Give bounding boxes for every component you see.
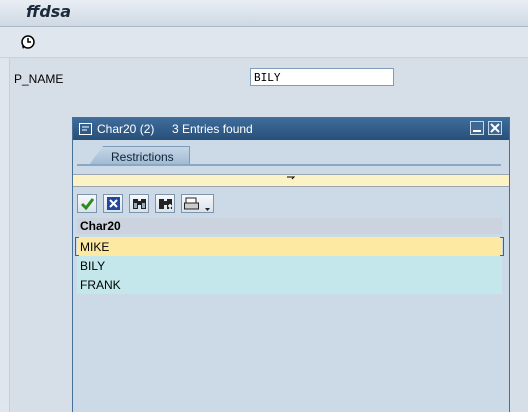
print-icon xyxy=(184,197,210,211)
value-help-dialog: Char20 (2) 3 Entries found Restrictions xyxy=(72,117,510,412)
close-icon xyxy=(490,123,500,133)
tab-restrictions[interactable]: Restrictions xyxy=(89,146,190,165)
column-header[interactable]: Char20 xyxy=(77,218,502,234)
minimize-button[interactable] xyxy=(470,121,484,135)
parameter-input[interactable]: BILY xyxy=(250,68,394,86)
list-item[interactable]: BILY xyxy=(77,256,502,275)
execute-clock-icon[interactable] xyxy=(20,34,36,50)
selection-marker-left xyxy=(75,237,79,256)
find-next-button[interactable] xyxy=(155,194,175,213)
tabstrip-divider xyxy=(77,164,501,166)
title-bar: ffdsa xyxy=(0,0,528,27)
checkmark-icon xyxy=(80,198,95,211)
list-item-label: BILY xyxy=(80,259,106,273)
dialog-title: Char20 (2) xyxy=(97,122,155,136)
tab-restrictions-label: Restrictions xyxy=(111,150,174,164)
result-list: Char20 MIKE BILY FRANK xyxy=(75,218,504,394)
find-next-icon xyxy=(159,199,172,210)
find-icon xyxy=(133,199,146,209)
close-button[interactable] xyxy=(488,121,502,135)
list-item-selected[interactable]: MIKE xyxy=(77,237,502,256)
selection-marker-right xyxy=(500,237,504,256)
list-item-label: FRANK xyxy=(80,278,121,292)
application-toolbar xyxy=(0,27,528,58)
cancel-icon xyxy=(107,197,120,210)
column-header-label: Char20 xyxy=(80,219,121,233)
list-item-label: MIKE xyxy=(80,240,110,254)
restriction-bar[interactable] xyxy=(73,174,509,187)
page-title: ffdsa xyxy=(26,2,72,21)
dialog-header[interactable]: Char20 (2) 3 Entries found xyxy=(73,118,509,140)
parameter-label: P_NAME xyxy=(14,72,64,86)
find-button[interactable] xyxy=(129,194,149,213)
list-item[interactable]: FRANK xyxy=(77,275,502,294)
cancel-button[interactable] xyxy=(103,194,123,213)
minimize-icon xyxy=(473,130,481,132)
print-button[interactable] xyxy=(181,194,214,213)
mouse-cursor-icon xyxy=(287,176,296,180)
entries-found-label: 3 Entries found xyxy=(172,122,253,136)
dialog-window-icon xyxy=(79,123,92,135)
continue-button[interactable] xyxy=(77,194,97,213)
